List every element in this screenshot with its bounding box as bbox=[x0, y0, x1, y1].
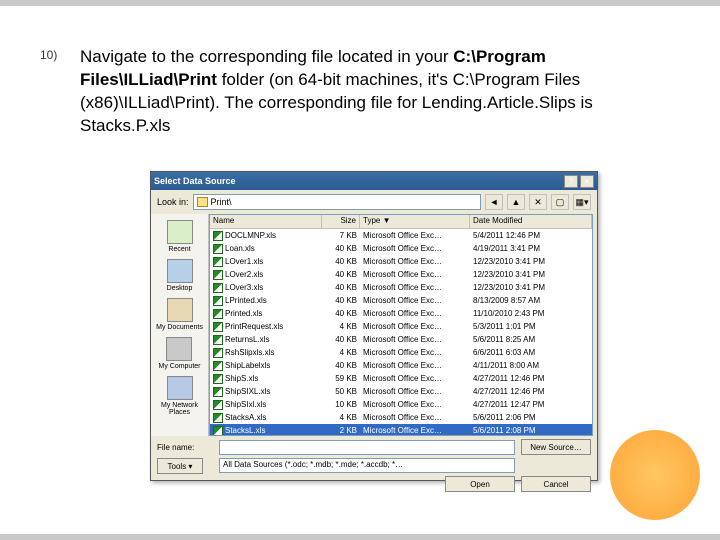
excel-icon bbox=[213, 374, 223, 384]
select-data-source-dialog: Select Data Source ? × Look in: Print\ ◄… bbox=[150, 171, 598, 481]
list-header: Name Size Type ▼ Date Modified bbox=[210, 215, 592, 229]
excel-icon bbox=[213, 322, 223, 332]
place-icon bbox=[167, 259, 193, 283]
file-row[interactable]: LOver1.xls40 KBMicrosoft Office Exc…12/2… bbox=[210, 255, 592, 268]
step-text: Navigate to the corresponding file locat… bbox=[80, 46, 630, 138]
filetype-field[interactable]: All Data Sources (*.odc; *.mdb; *.mde; *… bbox=[219, 458, 515, 473]
titlebar: Select Data Source ? × bbox=[151, 172, 597, 190]
cancel-button[interactable]: Cancel bbox=[521, 476, 591, 492]
folder-icon bbox=[197, 197, 208, 207]
new-source-button[interactable]: New Source… bbox=[521, 439, 591, 455]
col-date[interactable]: Date Modified bbox=[470, 215, 592, 228]
place-desktop[interactable]: Desktop bbox=[167, 259, 193, 292]
file-row[interactable]: Printed.xls40 KBMicrosoft Office Exc…11/… bbox=[210, 307, 592, 320]
file-row[interactable]: ShipSIXL.xls50 KBMicrosoft Office Exc…4/… bbox=[210, 385, 592, 398]
file-row[interactable]: RshSlipxls.xls4 KBMicrosoft Office Exc…6… bbox=[210, 346, 592, 359]
file-row[interactable]: LOver2.xls40 KBMicrosoft Office Exc…12/2… bbox=[210, 268, 592, 281]
filename-field[interactable] bbox=[219, 440, 515, 455]
excel-icon bbox=[213, 400, 223, 410]
col-size[interactable]: Size bbox=[322, 215, 360, 228]
new-folder-button[interactable]: ▢ bbox=[551, 194, 569, 210]
place-icon bbox=[166, 337, 192, 361]
excel-icon bbox=[213, 361, 223, 371]
excel-icon bbox=[213, 348, 223, 358]
open-button[interactable]: Open bbox=[445, 476, 515, 492]
excel-icon bbox=[213, 296, 223, 306]
places-bar: Recent Desktop My Documents My Computer My N… bbox=[151, 214, 209, 436]
file-row[interactable]: Loan.xls40 KBMicrosoft Office Exc…4/19/2… bbox=[210, 242, 592, 255]
place-my-network-places[interactable]: My Network Places bbox=[151, 376, 208, 416]
excel-icon bbox=[213, 231, 223, 241]
decorative-circle bbox=[610, 430, 700, 520]
col-name[interactable]: Name bbox=[210, 215, 322, 228]
place-icon bbox=[167, 376, 193, 400]
lookin-row: Look in: Print\ ◄ ▲ ✕ ▢ ▦▾ bbox=[151, 190, 597, 214]
file-row[interactable]: LOver3.xls40 KBMicrosoft Office Exc…12/2… bbox=[210, 281, 592, 294]
bottom-border bbox=[0, 534, 720, 540]
place-my-computer[interactable]: My Computer bbox=[158, 337, 200, 370]
excel-icon bbox=[213, 283, 223, 293]
place-icon bbox=[167, 220, 193, 244]
up-button[interactable]: ▲ bbox=[507, 194, 525, 210]
close-icon[interactable]: × bbox=[580, 175, 594, 188]
excel-icon bbox=[213, 257, 223, 267]
file-row[interactable]: ReturnsL.xls40 KBMicrosoft Office Exc…5/… bbox=[210, 333, 592, 346]
excel-icon bbox=[213, 335, 223, 345]
excel-icon bbox=[213, 270, 223, 280]
back-button[interactable]: ◄ bbox=[485, 194, 503, 210]
place-my-documents[interactable]: My Documents bbox=[156, 298, 203, 331]
file-row[interactable]: StacksA.xls4 KBMicrosoft Office Exc…5/6/… bbox=[210, 411, 592, 424]
file-row[interactable]: ShipLabelxls40 KBMicrosoft Office Exc…4/… bbox=[210, 359, 592, 372]
col-type[interactable]: Type ▼ bbox=[360, 215, 470, 228]
excel-icon bbox=[213, 426, 223, 436]
dialog-title: Select Data Source bbox=[154, 176, 236, 186]
file-row[interactable]: ShipS.xls59 KBMicrosoft Office Exc…4/27/… bbox=[210, 372, 592, 385]
tools-button[interactable]: Tools ▾ bbox=[157, 458, 203, 474]
excel-icon bbox=[213, 387, 223, 397]
file-row[interactable]: StacksL.xls2 KBMicrosoft Office Exc…5/6/… bbox=[210, 424, 592, 436]
file-list: Name Size Type ▼ Date Modified DOCLMNP.x… bbox=[209, 214, 593, 436]
place-recent[interactable]: Recent bbox=[167, 220, 193, 253]
views-button[interactable]: ▦▾ bbox=[573, 194, 591, 210]
filename-label: File name: bbox=[157, 443, 213, 452]
excel-icon bbox=[213, 309, 223, 319]
file-row[interactable]: ShipSIxl.xls10 KBMicrosoft Office Exc…4/… bbox=[210, 398, 592, 411]
lookin-label: Look in: bbox=[157, 197, 189, 207]
step-number: 10) bbox=[40, 48, 57, 62]
place-icon bbox=[167, 298, 193, 322]
excel-icon bbox=[213, 413, 223, 423]
file-row[interactable]: PrintRequest.xls4 KBMicrosoft Office Exc… bbox=[210, 320, 592, 333]
lookin-dropdown[interactable]: Print\ bbox=[193, 194, 481, 210]
help-icon[interactable]: ? bbox=[564, 175, 578, 188]
excel-icon bbox=[213, 244, 223, 254]
file-row[interactable]: DOCLMNP.xls7 KBMicrosoft Office Exc…5/4/… bbox=[210, 229, 592, 242]
delete-button[interactable]: ✕ bbox=[529, 194, 547, 210]
file-row[interactable]: LPrinted.xls40 KBMicrosoft Office Exc…8/… bbox=[210, 294, 592, 307]
